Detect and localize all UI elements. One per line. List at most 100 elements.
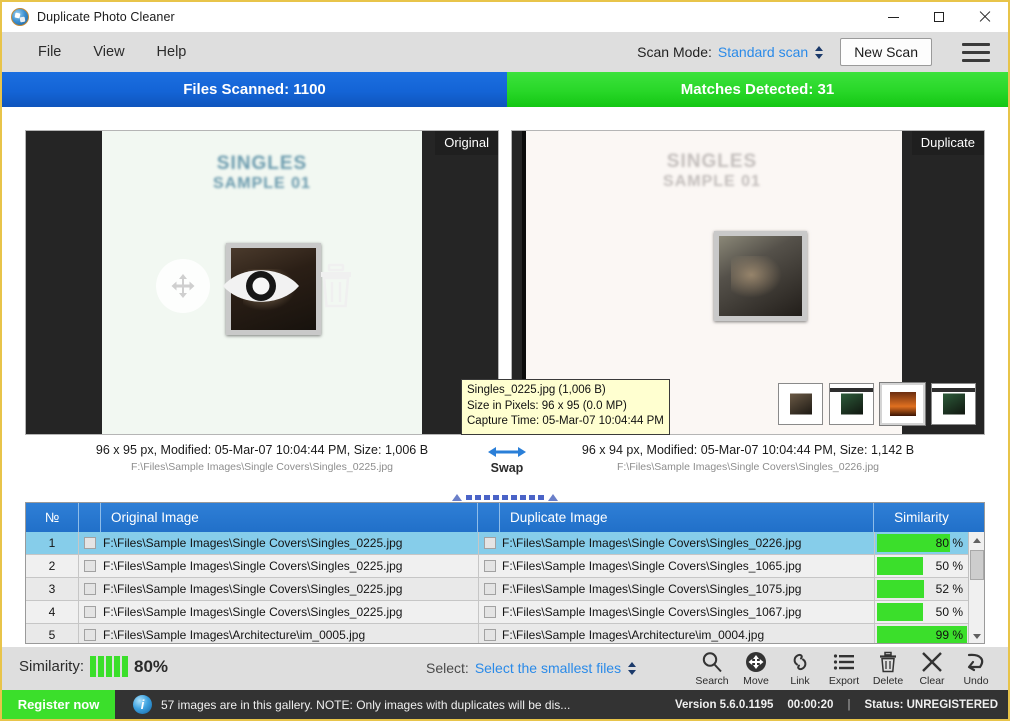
original-checkbox[interactable] [84,537,96,549]
original-caption-path: F:\Files\Sample Images\Single Covers\Sin… [130,461,394,473]
duplicate-path-cell[interactable]: F:\Files\Sample Images\Single Covers\Sin… [500,601,874,623]
original-checkbox-cell[interactable] [79,601,101,623]
duplicate-path-cell[interactable]: F:\Files\Sample Images\Single Covers\Sin… [500,578,874,600]
menu-file[interactable]: File [28,40,71,64]
scroll-down-button[interactable] [969,628,984,643]
maximize-button[interactable] [916,2,962,32]
table-row[interactable]: 2 F:\Files\Sample Images\Single Covers\Si… [26,555,984,578]
undo-button[interactable]: Undo [954,651,998,687]
column-header-similarity[interactable]: Similarity [874,503,969,532]
table-row[interactable]: 4 F:\Files\Sample Images\Single Covers\Si… [26,601,984,624]
original-checkbox[interactable] [84,560,96,572]
column-header-dup-check[interactable] [478,503,500,532]
similarity-cell: 52 % [874,578,969,600]
minimize-button[interactable] [870,2,916,32]
search-button[interactable]: Search [690,651,734,687]
similarity-gauge[interactable] [90,656,129,677]
column-header-number[interactable]: № [26,503,79,532]
thumbnail-4[interactable] [931,383,976,425]
table-scrollbar[interactable] [968,532,984,643]
splitter-triangle-left-icon [452,493,462,501]
original-checkbox-cell[interactable] [79,532,101,554]
column-header-duplicate[interactable]: Duplicate Image [500,503,874,532]
original-image-pane[interactable]: SINGLES SAMPLE 01 Original [25,130,499,435]
swap-button[interactable]: Swap [476,444,538,475]
duplicate-path-cell[interactable]: F:\Files\Sample Images\Single Covers\Sin… [500,555,874,577]
select-chevron-updown-icon[interactable] [628,661,637,676]
original-path-cell[interactable]: F:\Files\Sample Images\Single Covers\Sin… [101,578,478,600]
duplicate-checkbox[interactable] [483,560,496,572]
row-number: 4 [26,601,79,623]
duplicate-checkbox[interactable] [483,629,496,641]
scrollbar-thumb[interactable] [970,550,984,580]
similarity-cell: 50 % [874,555,969,577]
chevron-updown-icon[interactable] [815,45,824,60]
thumbnail-3[interactable] [880,383,925,425]
duplicate-checkbox-cell[interactable] [478,578,500,600]
duplicate-checkbox[interactable] [483,606,496,618]
original-checkbox[interactable] [84,583,96,595]
move-button[interactable]: Move [734,651,778,687]
menu-help[interactable]: Help [147,40,197,64]
select-mode-value[interactable]: Select the smallest files [475,660,621,676]
duplicate-checkbox-cell[interactable] [478,532,500,554]
column-header-original[interactable]: Original Image [101,503,478,532]
eye-icon[interactable] [220,260,302,312]
duplicate-checkbox-cell[interactable] [478,624,500,643]
table-body: 1 F:\Files\Sample Images\Single Covers\Si… [26,532,984,643]
app-window: Duplicate Photo Cleaner File View Help S… [0,0,1010,721]
window-title: Duplicate Photo Cleaner [37,10,175,24]
new-scan-button[interactable]: New Scan [840,38,932,66]
original-checkbox-cell[interactable] [79,555,101,577]
original-path-cell[interactable]: F:\Files\Sample Images\Single Covers\Sin… [101,532,478,554]
menu-icon[interactable] [962,43,990,62]
scroll-up-button[interactable] [969,532,984,548]
similarity-label: Similarity: [19,658,85,675]
original-cover-text: SINGLES SAMPLE 01 [213,153,311,192]
duplicate-checkbox[interactable] [483,537,496,549]
table-row[interactable]: 5 F:\Files\Sample Images\Architecture\im_… [26,624,984,643]
export-button[interactable]: Export [822,651,866,687]
menu-view[interactable]: View [83,40,134,64]
similarity-cell: 50 % [874,601,969,623]
close-button[interactable] [962,2,1008,32]
duplicate-caption-path: F:\Files\Sample Images\Single Covers\Sin… [616,461,880,473]
duplicate-path-cell[interactable]: F:\Files\Sample Images\Single Covers\Sin… [500,532,874,554]
original-path-cell[interactable]: F:\Files\Sample Images\Single Covers\Sin… [101,555,478,577]
similarity-percent: 80% [134,656,169,676]
original-path-cell[interactable]: F:\Files\Sample Images\Architecture\im_0… [101,624,478,643]
column-header-orig-check[interactable] [79,503,101,532]
register-now-button[interactable]: Register now [2,690,115,719]
title-bar: Duplicate Photo Cleaner [2,2,1008,32]
original-checkbox-cell[interactable] [79,578,101,600]
original-caption-info: 96 x 95 px, Modified: 05-Mar-07 10:04:44… [95,443,429,457]
status-separator: | [847,698,851,711]
duplicate-path-cell[interactable]: F:\Files\Sample Images\Architecture\im_0… [500,624,874,643]
original-checkbox[interactable] [84,629,96,641]
status-bar: Register now i 57 images are in this gal… [2,690,1008,719]
duplicate-caption-info: 96 x 94 px, Modified: 05-Mar-07 10:04:44… [581,443,915,457]
swap-label: Swap [490,461,524,475]
export-label: Export [828,675,860,687]
trash-icon[interactable] [312,259,360,313]
duplicate-checkbox-cell[interactable] [478,601,500,623]
original-checkbox[interactable] [84,606,96,618]
original-checkbox-cell[interactable] [79,624,101,643]
duplicate-checkbox[interactable] [483,583,496,595]
table-row[interactable]: 1 F:\Files\Sample Images\Single Covers\Si… [26,532,984,555]
thumbnail-2[interactable] [829,383,874,425]
duplicate-checkbox-cell[interactable] [478,555,500,577]
move-icon[interactable] [156,259,210,313]
scan-mode-group: Scan Mode: Standard scan New Scan [637,32,932,72]
thumbnail-1[interactable] [778,383,823,425]
scan-mode-value[interactable]: Standard scan [718,44,808,60]
chevron-down-icon [973,633,981,639]
link-button[interactable]: Link [778,651,822,687]
row-number: 2 [26,555,79,577]
status-message: 57 images are in this gallery. NOTE: Onl… [161,697,571,712]
original-path-cell[interactable]: F:\Files\Sample Images\Single Covers\Sin… [101,601,478,623]
delete-button[interactable]: Delete [866,651,910,687]
clear-button[interactable]: Clear [910,651,954,687]
search-label: Search [695,675,729,687]
table-row[interactable]: 3 F:\Files\Sample Images\Single Covers\Si… [26,578,984,601]
